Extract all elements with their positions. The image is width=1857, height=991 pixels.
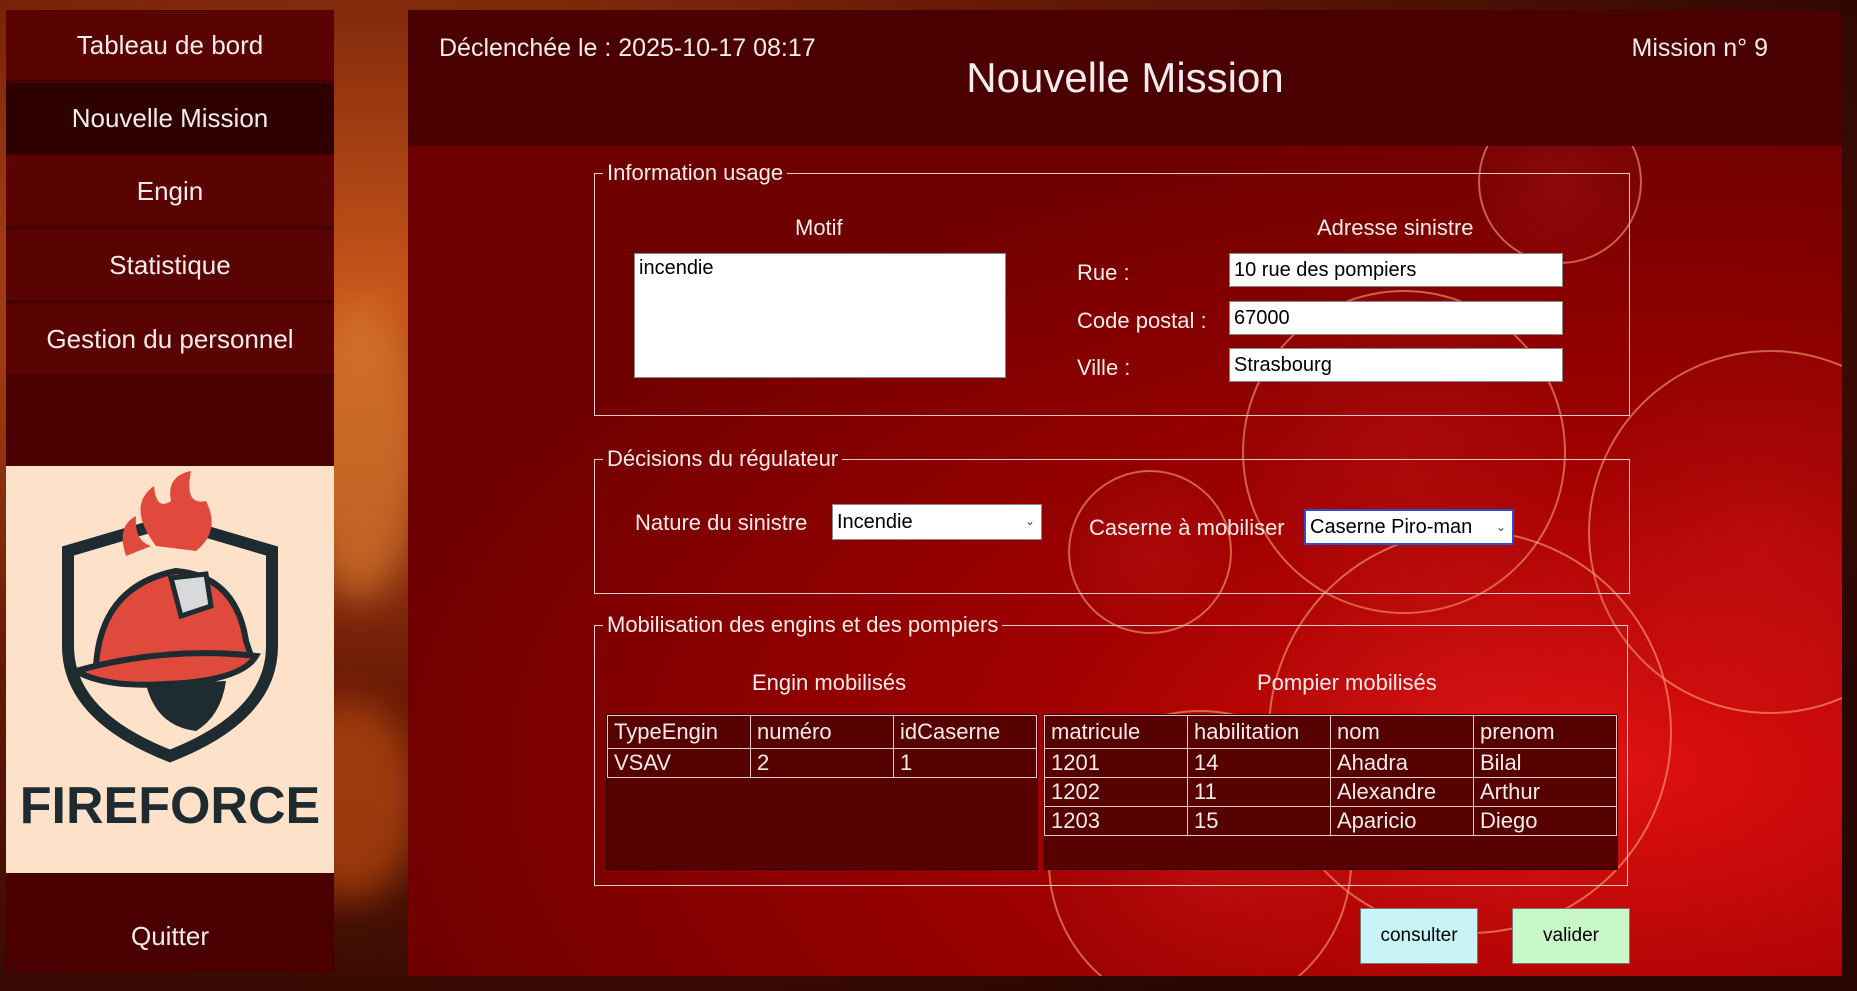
- sidebar-item-label: Tableau de bord: [76, 29, 264, 60]
- table-cell: 14: [1187, 748, 1331, 778]
- caserne-label: Caserne à mobiliser: [1089, 515, 1285, 540]
- table-cell: 1203: [1044, 806, 1188, 836]
- table-cell: Arthur: [1473, 777, 1617, 807]
- header: Déclenchée le : 2025-10-17 08:17 Nouvell…: [408, 10, 1842, 146]
- chevron-down-icon: ⌄: [1495, 520, 1506, 534]
- sidebar-item-tableau-de-bord[interactable]: Tableau de bord: [6, 10, 334, 81]
- decisions-legend: Décisions du régulateur: [607, 446, 839, 471]
- table-cell: Aparicio: [1330, 806, 1474, 836]
- table-cell: Alexandre: [1330, 777, 1474, 807]
- fireforce-logo: FIREFORCE: [6, 466, 334, 873]
- column-header[interactable]: habilitation: [1187, 715, 1331, 749]
- code-postal-label: Code postal :: [1077, 308, 1207, 333]
- nature-label: Nature du sinistre: [635, 510, 808, 535]
- table-cell: VSAV: [607, 748, 751, 778]
- information-usage-legend: Information usage: [607, 160, 784, 185]
- validate-button[interactable]: valider: [1512, 908, 1630, 964]
- column-header[interactable]: idCaserne: [893, 715, 1037, 749]
- table-cell: Bilal: [1473, 748, 1617, 778]
- table-row[interactable]: 1203 15 Aparicio Diego: [1044, 806, 1617, 836]
- sidebar-item-label: Engin: [136, 175, 204, 206]
- code-postal-input[interactable]: [1229, 301, 1563, 335]
- sidebar-item-label: Gestion du personnel: [46, 323, 294, 354]
- page-title: Nouvelle Mission: [966, 54, 1284, 101]
- table-header-row: TypeEngin numéro idCaserne: [607, 715, 1037, 749]
- sidebar-item-gestion-du-personnel[interactable]: Gestion du personnel: [6, 304, 334, 375]
- mission-number: Mission n° 9: [1631, 34, 1768, 62]
- table-row[interactable]: 1201 14 Ahadra Bilal: [1044, 748, 1617, 778]
- caserne-select[interactable]: Caserne Piro-man ⌄: [1304, 509, 1514, 545]
- table-cell: 15: [1187, 806, 1331, 836]
- table-cell: 11: [1187, 777, 1331, 807]
- mobilisation-legend: Mobilisation des engins et des pompiers: [607, 612, 999, 637]
- column-header[interactable]: matricule: [1044, 715, 1188, 749]
- table-header-row: matricule habilitation nom prenom: [1044, 715, 1617, 749]
- motif-textarea[interactable]: incendie: [634, 253, 1006, 378]
- motif-label: Motif: [795, 215, 843, 240]
- table-cell: Diego: [1473, 806, 1617, 836]
- table-row[interactable]: VSAV 2 1: [607, 748, 1037, 778]
- sidebar: Tableau de bord Nouvelle Mission Engin S…: [6, 10, 334, 972]
- sidebar-item-label: Nouvelle Mission: [71, 102, 269, 133]
- rue-label: Rue :: [1077, 260, 1130, 285]
- address-label: Adresse sinistre: [1317, 215, 1474, 240]
- table-cell: 2: [750, 748, 894, 778]
- validate-button-label: valider: [1543, 925, 1599, 946]
- sidebar-item-engin[interactable]: Engin: [6, 156, 334, 227]
- column-header[interactable]: TypeEngin: [607, 715, 751, 749]
- table-cell: 1: [893, 748, 1037, 778]
- ville-label: Ville :: [1077, 355, 1131, 380]
- ville-input[interactable]: [1229, 348, 1563, 382]
- table-cell: Ahadra: [1330, 748, 1474, 778]
- quit-button[interactable]: Quitter: [6, 900, 334, 972]
- sidebar-item-statistique[interactable]: Statistique: [6, 230, 334, 301]
- table-cell: 1202: [1044, 777, 1188, 807]
- rue-input[interactable]: [1229, 253, 1563, 287]
- table-cell: 1201: [1044, 748, 1188, 778]
- column-header[interactable]: nom: [1330, 715, 1474, 749]
- nature-select-value: Incendie: [837, 510, 913, 533]
- caserne-select-value: Caserne Piro-man: [1310, 515, 1473, 538]
- consult-button-label: consulter: [1380, 925, 1458, 946]
- quit-label: Quitter: [130, 920, 210, 951]
- table-row[interactable]: 1202 11 Alexandre Arthur: [1044, 777, 1617, 807]
- chevron-down-icon: ⌄: [1024, 514, 1035, 528]
- column-header[interactable]: prenom: [1473, 715, 1617, 749]
- consult-button[interactable]: consulter: [1360, 908, 1478, 964]
- pompiers-title: Pompier mobilisés: [1257, 670, 1437, 695]
- engins-table[interactable]: TypeEngin numéro idCaserne VSAV 2 1: [607, 715, 1037, 778]
- sidebar-item-label: Statistique: [109, 249, 231, 280]
- column-header[interactable]: numéro: [750, 715, 894, 749]
- firefighter-helmet-icon: [62, 471, 278, 763]
- nature-select[interactable]: Incendie ⌄: [832, 504, 1042, 540]
- main-panel: Déclenchée le : 2025-10-17 08:17 Nouvell…: [408, 10, 1842, 976]
- sidebar-item-nouvelle-mission[interactable]: Nouvelle Mission: [6, 83, 334, 154]
- pompiers-table[interactable]: matricule habilitation nom prenom 1201 1…: [1044, 715, 1617, 836]
- logo-text: FIREFORCE: [19, 777, 321, 835]
- engins-title: Engin mobilisés: [752, 670, 907, 695]
